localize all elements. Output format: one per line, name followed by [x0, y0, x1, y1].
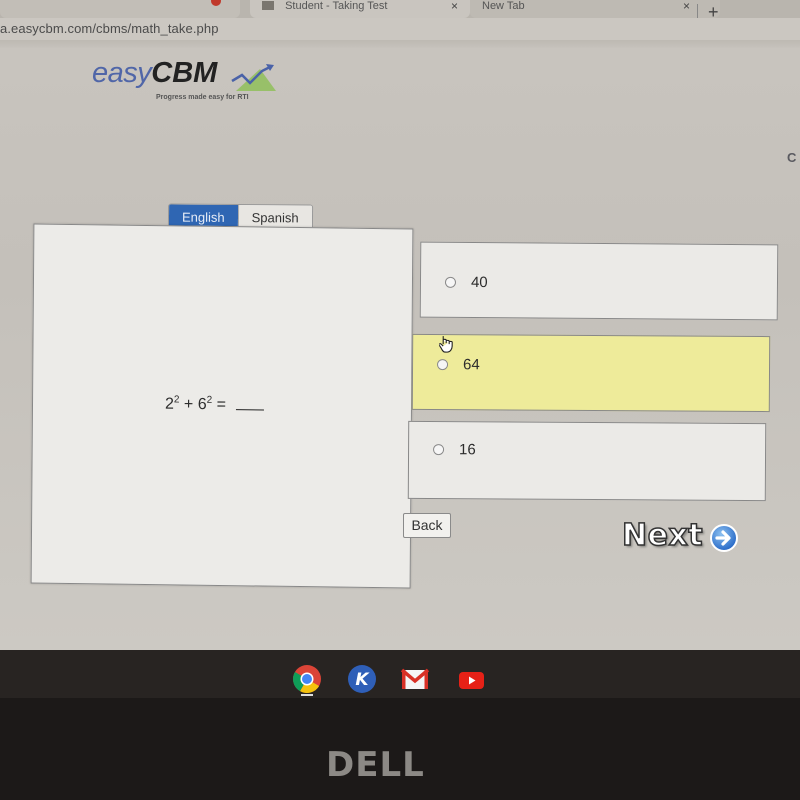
tab-favicon-icon	[262, 1, 274, 10]
answer-choice-16[interactable]: 16	[407, 420, 767, 502]
question-operator: +	[183, 395, 194, 413]
youtube-icon[interactable]	[456, 664, 486, 694]
logo-chart-icon	[231, 64, 276, 91]
answer-blank	[236, 409, 265, 411]
tab-divider	[697, 4, 698, 18]
radio-button[interactable]	[437, 359, 449, 371]
screen: Student - Taking Test × New Tab × + a.ea…	[0, 0, 800, 690]
tab-title: Student - Taking Test	[285, 0, 388, 12]
tab-title: New Tab	[482, 0, 525, 12]
hand-pointer-cursor-icon	[439, 336, 453, 353]
k-app-icon[interactable]: K	[347, 664, 377, 694]
question-panel: 22 + 62 =	[30, 223, 414, 589]
logo-cbm-text: CBM	[151, 57, 218, 89]
url-text[interactable]: a.easycbm.com/cbms/math_take.php	[0, 21, 219, 36]
answer-choice-40[interactable]: 40	[419, 241, 779, 321]
tab-close-icon[interactable]: ×	[683, 0, 690, 12]
radio-button[interactable]	[433, 444, 445, 456]
answer-choice-64[interactable]: 64	[411, 333, 771, 413]
tab-strip: Student - Taking Test × New Tab × +	[0, 0, 800, 21]
tab-close-icon[interactable]: ×	[451, 0, 458, 12]
address-bar[interactable]: a.easycbm.com/cbms/math_take.php	[0, 18, 800, 40]
svg-text:K: K	[355, 670, 370, 690]
question-base-2: 6	[197, 396, 207, 414]
radio-button[interactable]	[444, 276, 457, 288]
question-exponent-1: 2	[173, 394, 180, 406]
question-base-1: 2	[164, 395, 174, 413]
choice-label: 40	[470, 273, 488, 292]
corner-link-text[interactable]: C	[787, 150, 796, 165]
dell-logo: DELL	[326, 745, 425, 785]
logo-tagline: Progress made easy for RTI	[156, 94, 249, 101]
back-button[interactable]: Back	[403, 513, 451, 538]
logo-easy-text: easy	[92, 57, 152, 89]
gmail-icon[interactable]	[400, 664, 430, 694]
chrome-icon[interactable]	[292, 664, 322, 694]
question-exponent-2: 2	[206, 394, 213, 406]
tab-student-taking-test[interactable]: Student - Taking Test ×	[250, 0, 470, 18]
tab-new-tab[interactable]: New Tab ×	[470, 0, 720, 18]
question-equals: =	[216, 396, 227, 414]
next-label: Next	[621, 517, 704, 554]
choice-label: 16	[459, 441, 476, 459]
tab-previous[interactable]	[0, 0, 240, 18]
question-expression: 22 + 62 =	[165, 394, 265, 415]
toolbar-divider	[0, 40, 800, 48]
next-arrow-icon	[710, 524, 739, 552]
choice-label: 64	[462, 356, 480, 374]
easycbm-logo: easyCBM Progress made easy for RTI	[92, 57, 292, 107]
chrome-active-indicator	[301, 694, 313, 696]
next-button[interactable]: Next	[621, 515, 739, 555]
